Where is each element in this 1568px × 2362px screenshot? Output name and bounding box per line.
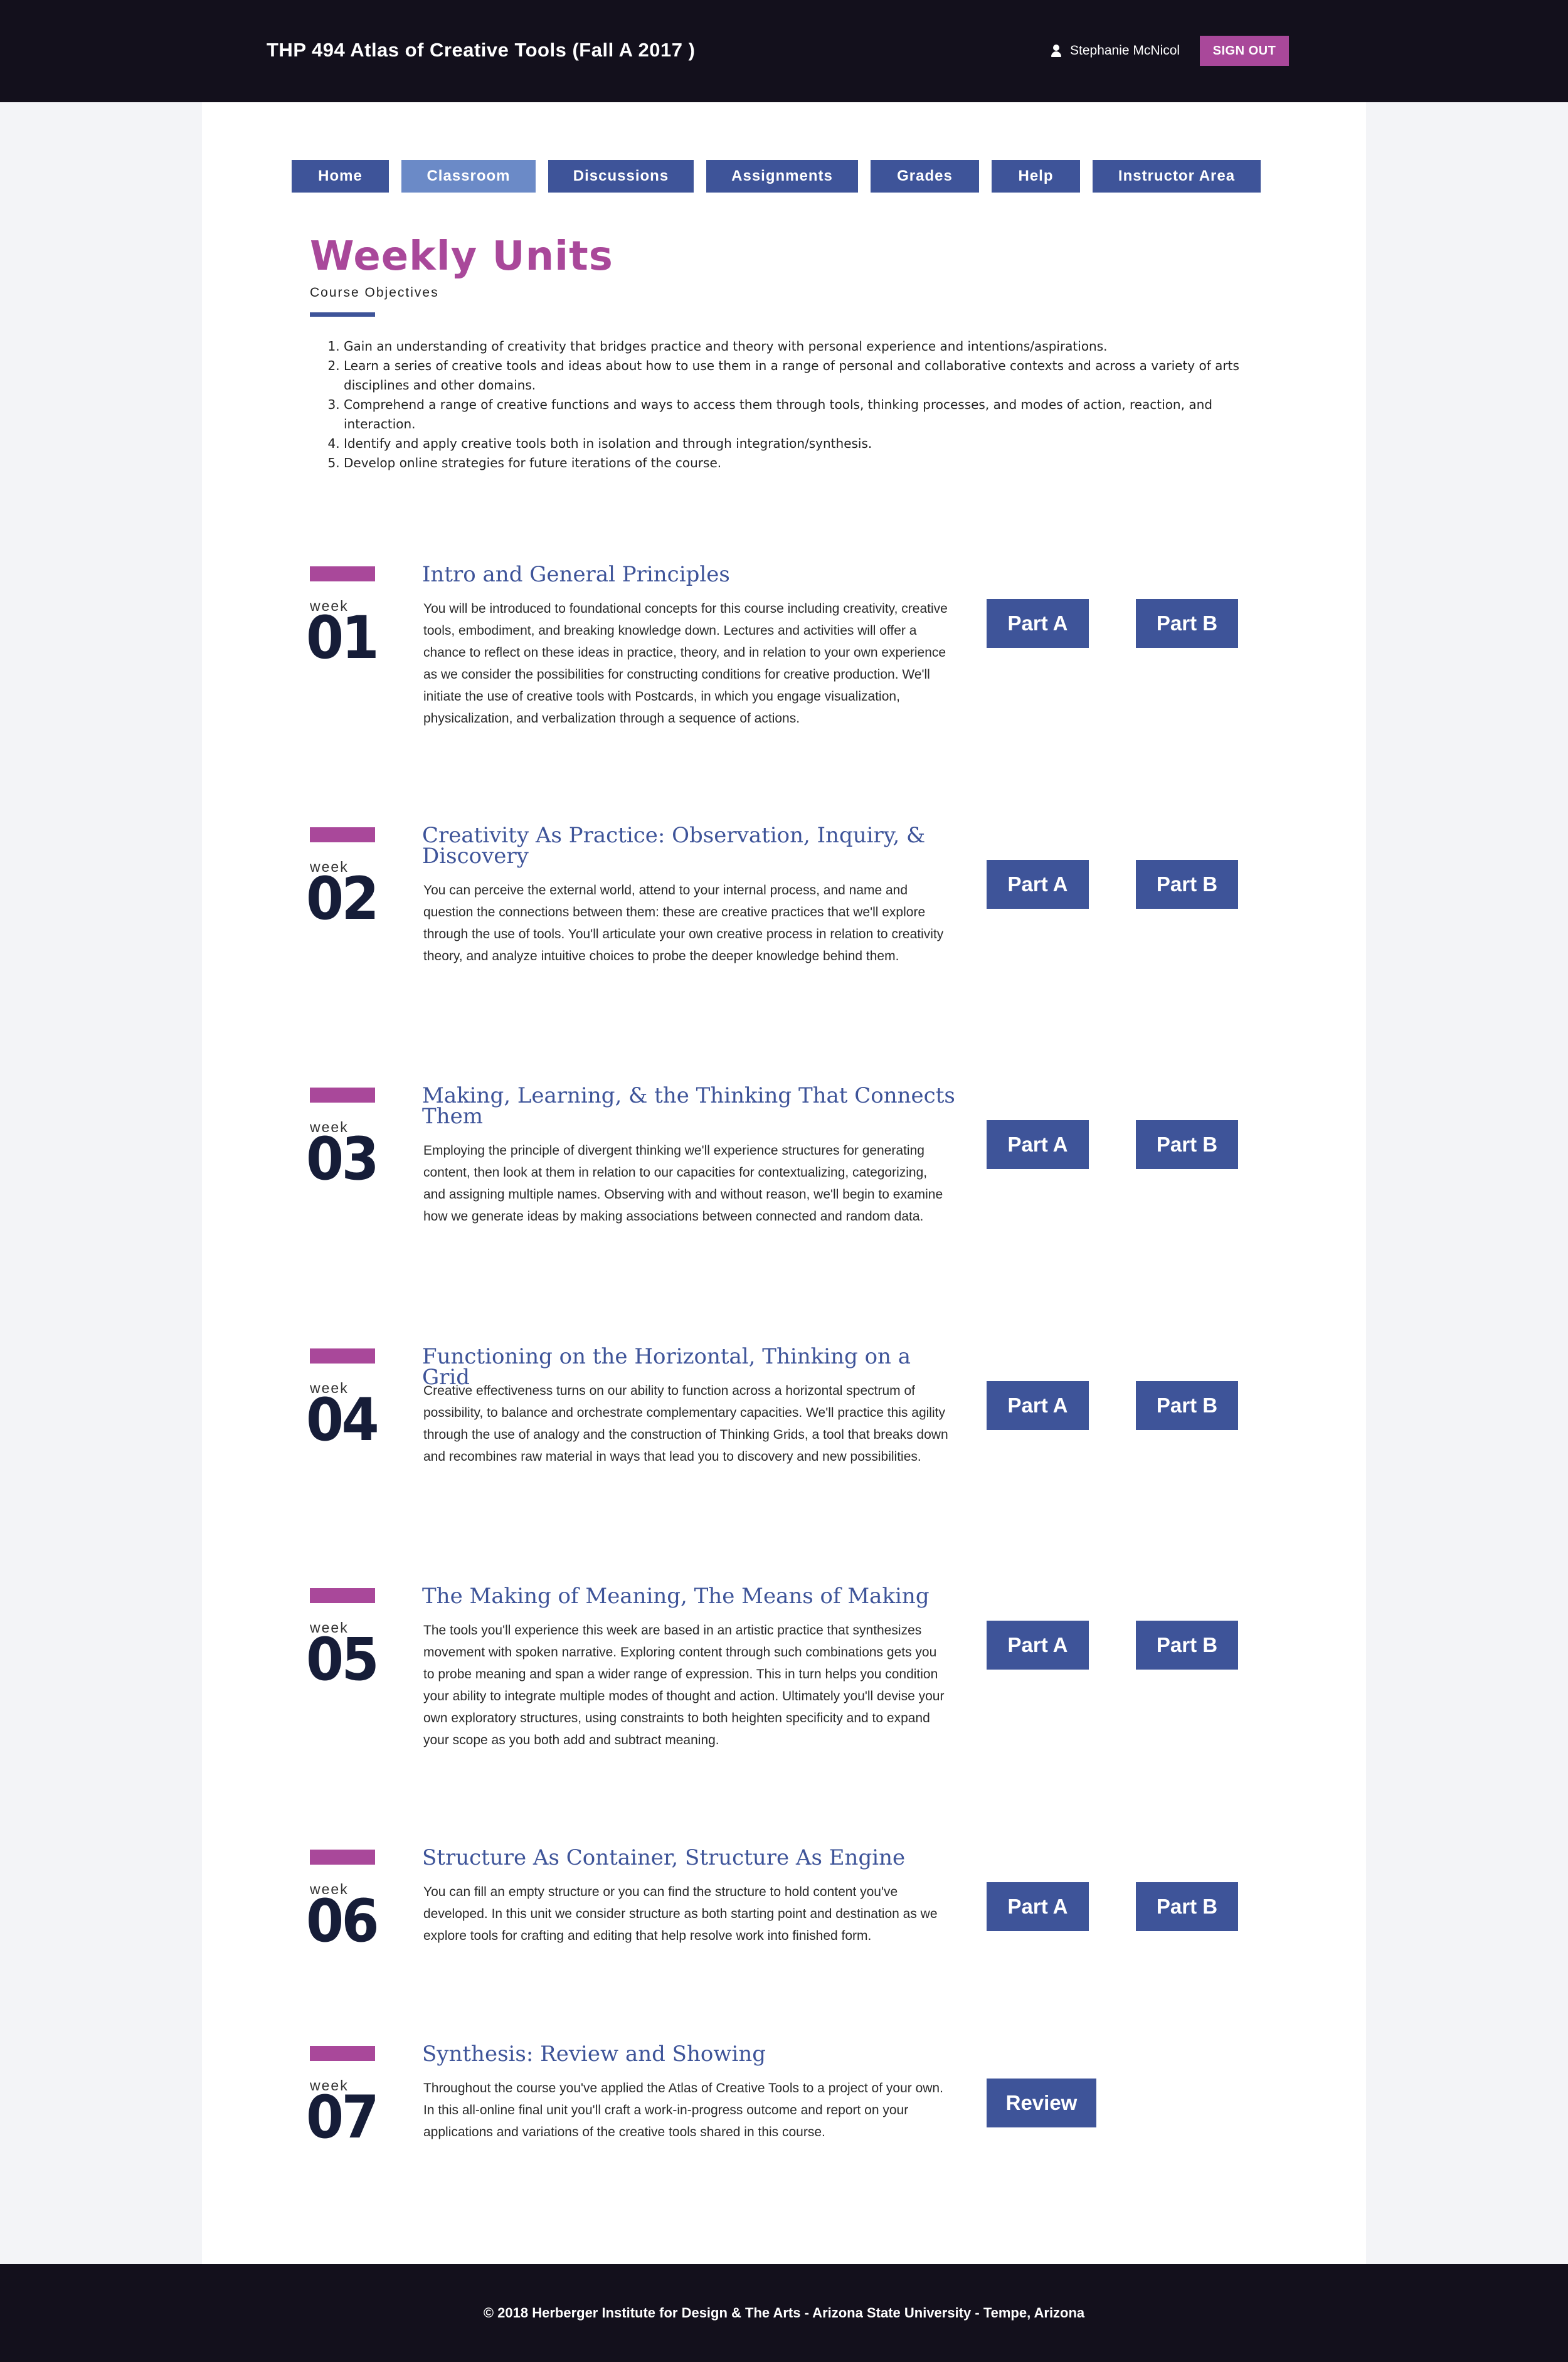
part-b-button[interactable]: Part B [1136, 599, 1238, 648]
week-number: 01 [306, 604, 379, 672]
objective-item: Gain an understanding of creativity that… [344, 337, 1247, 356]
unit-description: The tools you'll experience this week ar… [423, 1623, 945, 1747]
unit-title: Structure As Container, Structure As Eng… [422, 1845, 906, 1870]
page-subtitle: Course Objectives [310, 285, 439, 300]
nav-help[interactable]: Help [992, 160, 1080, 193]
user-icon [1051, 45, 1061, 57]
subtitle-divider [310, 312, 375, 317]
unit-title: The Making of Meaning, The Means of Maki… [422, 1584, 930, 1609]
review-button[interactable]: Review [987, 2079, 1096, 2127]
page-footer: © 2018 Herberger Institute for Design & … [0, 2264, 1568, 2362]
top-header: THP 494 Atlas of Creative Tools (Fall A … [0, 0, 1568, 102]
unit-description: Creative effectiveness turns on our abil… [423, 1384, 948, 1464]
sign-out-button[interactable]: SIGN OUT [1200, 36, 1289, 66]
part-a-button[interactable]: Part A [987, 860, 1089, 909]
week-number: 05 [306, 1626, 379, 1694]
week-number: 06 [306, 1887, 379, 1956]
week-number: 02 [306, 865, 379, 933]
objective-item: Identify and apply creative tools both i… [344, 434, 1247, 453]
part-a-button[interactable]: Part A [987, 1621, 1089, 1670]
part-b-button[interactable]: Part B [1136, 1120, 1238, 1169]
course-title: THP 494 Atlas of Creative Tools (Fall A … [267, 39, 696, 61]
footer-copyright: © 2018 Herberger Institute for Design & … [483, 2305, 1085, 2321]
nav-instructor-area[interactable]: Instructor Area [1093, 160, 1261, 193]
week-number: 03 [306, 1125, 379, 1194]
unit-title: Intro and General Principles [422, 562, 730, 587]
week-accent-bar [310, 1348, 375, 1364]
user-account[interactable]: Stephanie McNicol [1051, 40, 1180, 61]
objective-item: Learn a series of creative tools and ide… [344, 356, 1247, 395]
part-a-button[interactable]: Part A [987, 1882, 1089, 1931]
objective-item: Comprehend a range of creative functions… [344, 395, 1247, 434]
unit-description: Throughout the course you've applied the… [423, 2081, 943, 2139]
week-accent-bar [310, 1850, 375, 1865]
week-number: 07 [306, 2084, 379, 2152]
week-number: 04 [306, 1386, 379, 1454]
nav-assignments[interactable]: Assignments [706, 160, 858, 193]
week-accent-bar [310, 1088, 375, 1103]
nav-home[interactable]: Home [292, 160, 389, 193]
page-title: Weekly Units [310, 233, 613, 280]
part-a-button[interactable]: Part A [987, 1381, 1089, 1430]
unit-title: Synthesis: Review and Showing [422, 2042, 766, 2067]
unit-description: You can perceive the external world, att… [423, 883, 944, 963]
part-a-button[interactable]: Part A [987, 599, 1089, 648]
week-accent-bar [310, 827, 375, 842]
nav-grades[interactable]: Grades [871, 160, 979, 193]
unit-title: Making, Learning, & the Thinking That Co… [422, 1083, 955, 1129]
unit-description: You can fill an empty structure or you c… [423, 1885, 938, 1943]
nav-classroom[interactable]: Classroom [401, 160, 536, 193]
part-a-button[interactable]: Part A [987, 1120, 1089, 1169]
unit-description: Employing the principle of divergent thi… [423, 1143, 943, 1224]
unit-title: Creativity As Practice: Observation, Inq… [422, 823, 926, 869]
part-b-button[interactable]: Part B [1136, 1882, 1238, 1931]
week-accent-bar [310, 566, 375, 581]
objective-item: Develop online strategies for future ite… [344, 453, 1247, 473]
week-accent-bar [310, 2046, 375, 2061]
part-b-button[interactable]: Part B [1136, 1621, 1238, 1670]
part-b-button[interactable]: Part B [1136, 1381, 1238, 1430]
unit-description: You will be introduced to foundational c… [423, 601, 948, 726]
objectives-list: Gain an understanding of creativity that… [319, 337, 1247, 473]
part-b-button[interactable]: Part B [1136, 860, 1238, 909]
week-accent-bar [310, 1588, 375, 1603]
user-name: Stephanie McNicol [1070, 43, 1180, 58]
nav-discussions[interactable]: Discussions [548, 160, 694, 193]
